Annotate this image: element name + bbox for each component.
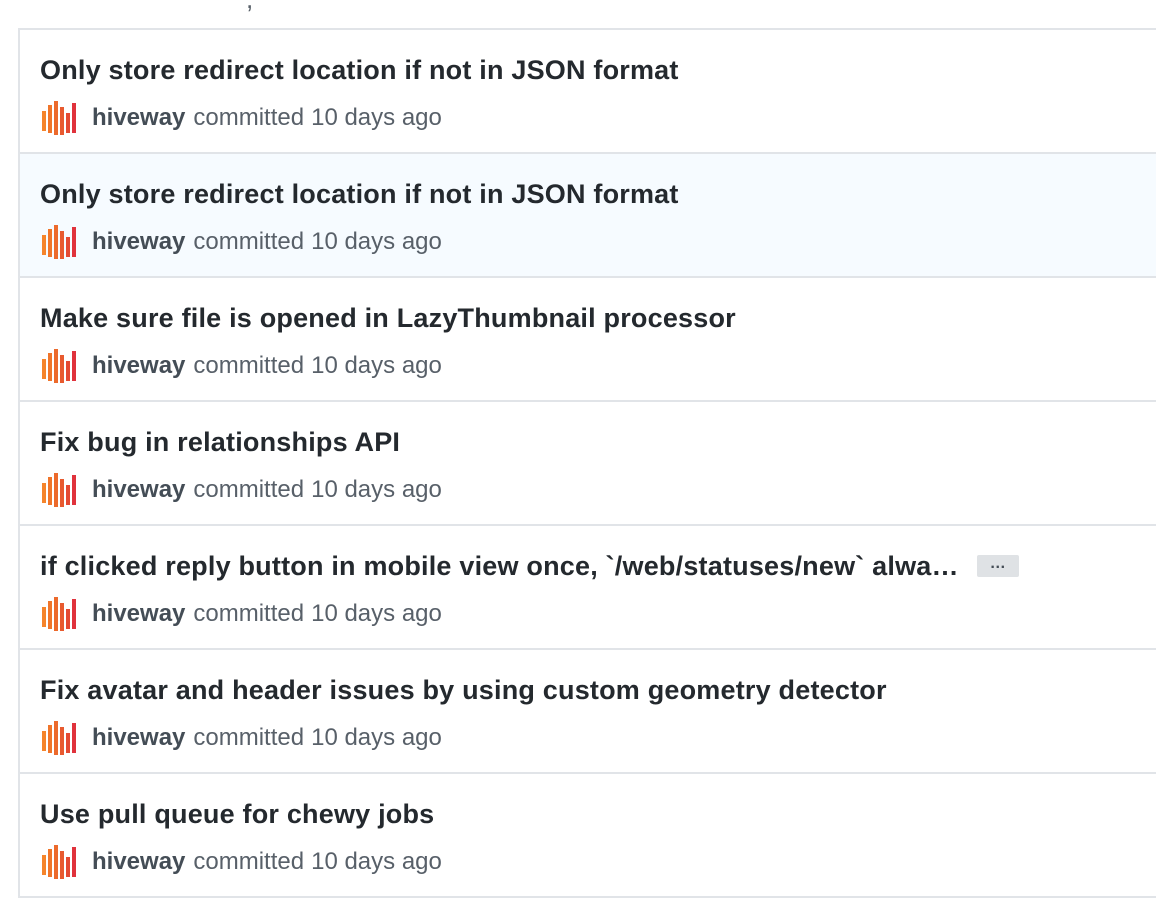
commit-title-line: Fix bug in relationships API: [40, 424, 400, 460]
commit-title-line: Fix avatar and header issues by using cu…: [40, 672, 887, 708]
committed-label: committed: [193, 228, 305, 255]
commit-row: Make sure file is opened in LazyThumbnai…: [20, 278, 1156, 402]
commit-meta: hiveway committed 10 days ago: [40, 98, 442, 138]
commit-meta: hiveway committed 10 days ago: [40, 222, 442, 262]
commit-meta: hiveway committed 10 days ago: [40, 842, 442, 882]
commit-row: Use pull queue for chewy jobs hiveway co…: [20, 774, 1156, 898]
commit-time: 10 days ago: [311, 228, 442, 255]
committed-label: committed: [193, 352, 305, 379]
commit-row: if clicked reply button in mobile view o…: [20, 526, 1156, 650]
commit-meta: hiveway committed 10 days ago: [40, 718, 442, 758]
commit-title-link[interactable]: Fix avatar and header issues by using cu…: [40, 675, 887, 706]
commit-time: 10 days ago: [311, 724, 442, 751]
hiveway-avatar-icon[interactable]: [40, 223, 78, 261]
commit-time: 10 days ago: [311, 104, 442, 131]
ellipsis-icon: …: [989, 555, 1006, 572]
hiveway-avatar-icon[interactable]: [40, 843, 78, 881]
hiveway-avatar-icon[interactable]: [40, 99, 78, 137]
author-name[interactable]: hiveway: [92, 104, 185, 132]
author-name[interactable]: hiveway: [92, 352, 185, 380]
committed-label: committed: [193, 476, 305, 503]
commit-meta: hiveway committed 10 days ago: [40, 470, 442, 510]
hiveway-avatar-icon[interactable]: [40, 719, 78, 757]
commit-title-line: Use pull queue for chewy jobs: [40, 796, 434, 832]
author-name[interactable]: hiveway: [92, 600, 185, 628]
author-name[interactable]: hiveway: [92, 848, 185, 876]
commit-title-link[interactable]: Make sure file is opened in LazyThumbnai…: [40, 303, 736, 334]
author-name[interactable]: hiveway: [92, 228, 185, 256]
committed-label: committed: [193, 724, 305, 751]
commit-title-link[interactable]: Only store redirect location if not in J…: [40, 55, 679, 86]
header-fragment: ,: [246, 0, 268, 14]
commit-row: Only store redirect location if not in J…: [20, 154, 1156, 278]
commit-time: 10 days ago: [311, 600, 442, 627]
commit-row: Only store redirect location if not in J…: [20, 30, 1156, 154]
commit-list: Only store redirect location if not in J…: [18, 28, 1156, 898]
commit-title-link[interactable]: Only store redirect location if not in J…: [40, 179, 679, 210]
author-name[interactable]: hiveway: [92, 476, 185, 504]
commit-title-line: Only store redirect location if not in J…: [40, 52, 679, 88]
committed-label: committed: [193, 104, 305, 131]
author-name[interactable]: hiveway: [92, 724, 185, 752]
commit-time: 10 days ago: [311, 848, 442, 875]
commit-title-line: Make sure file is opened in LazyThumbnai…: [40, 300, 736, 336]
expand-message-button[interactable]: …: [976, 555, 1019, 577]
hiveway-avatar-icon[interactable]: [40, 471, 78, 509]
commit-title-line: if clicked reply button in mobile view o…: [40, 548, 1019, 584]
commit-row: Fix bug in relationships API hiveway com…: [20, 402, 1156, 526]
commit-row: Fix avatar and header issues by using cu…: [20, 650, 1156, 774]
commits-page: , Only store redirect location if not in…: [0, 0, 1156, 910]
commit-title-link[interactable]: Use pull queue for chewy jobs: [40, 799, 434, 830]
commit-time: 10 days ago: [311, 352, 442, 379]
hiveway-avatar-icon[interactable]: [40, 595, 78, 633]
commit-title-line: Only store redirect location if not in J…: [40, 176, 679, 212]
commit-meta: hiveway committed 10 days ago: [40, 594, 442, 634]
commit-title-link[interactable]: Fix bug in relationships API: [40, 427, 400, 458]
committed-label: committed: [193, 600, 305, 627]
commit-time: 10 days ago: [311, 476, 442, 503]
commit-meta: hiveway committed 10 days ago: [40, 346, 442, 386]
committed-label: committed: [193, 848, 305, 875]
commit-title-link[interactable]: if clicked reply button in mobile view o…: [40, 551, 959, 582]
hiveway-avatar-icon[interactable]: [40, 347, 78, 385]
